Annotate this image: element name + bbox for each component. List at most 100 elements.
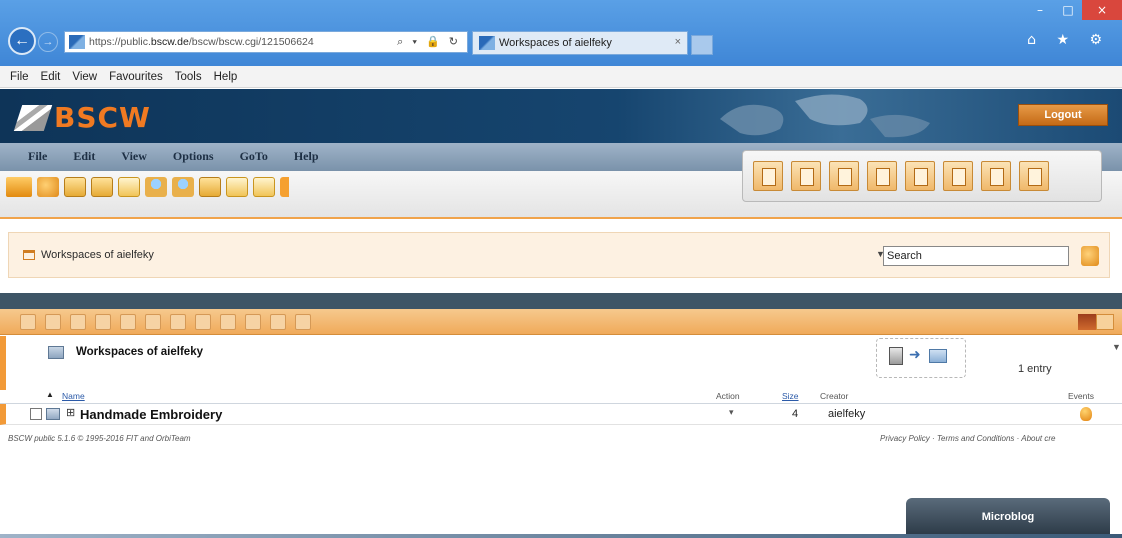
delete-icon[interactable] [245,314,261,330]
browser-toolbar-icons[interactable]: ⌂ ★ ⚙ [1027,32,1110,48]
tasks-icon[interactable] [943,161,973,191]
address-bar-icons[interactable]: ⌕ ▾ 🔒 ↻ [397,35,461,49]
calendar-icon[interactable] [199,177,221,197]
breadcrumb[interactable]: Workspaces of aielfeky [41,249,154,261]
menu-file[interactable]: File [10,71,29,83]
arrow-right-icon: ➜ [909,347,921,363]
site-favicon-icon [69,35,85,49]
documents-icon[interactable] [867,161,897,191]
expand-icon[interactable] [70,314,86,330]
collapse-icon[interactable] [95,314,111,330]
menu-help[interactable]: Help [214,71,238,83]
row-checkbox[interactable] [30,408,42,420]
new-document-icon[interactable] [118,177,140,197]
entry-count: 1 entry [1018,363,1052,375]
menu-tools[interactable]: Tools [175,71,202,83]
link-icon[interactable] [120,314,136,330]
clipboard-dropzone[interactable]: ➜ [876,338,966,378]
select-all-icon[interactable] [20,314,36,330]
tab-close-icon[interactable]: × [675,36,681,48]
list-view-icon[interactable] [1078,314,1096,330]
bscw-menu-edit[interactable]: Edit [73,149,95,164]
trash-icon[interactable] [1019,161,1049,191]
bscw-logo[interactable]: BSCW [13,101,151,134]
send-icon[interactable] [270,314,286,330]
url-text[interactable]: https://public.bscw.de/bscw/bscw.cgi/121… [89,36,389,48]
window-controls: – □ × [1026,0,1122,22]
new-tab-button[interactable] [691,35,713,55]
workspace-folder-icon [46,408,60,420]
column-size[interactable]: Size [782,391,799,401]
logout-button[interactable]: Logout [1018,104,1108,126]
row-creator[interactable]: aielfeky [828,408,865,420]
folder-header: Workspaces of aielfeky ➜ 1 entry ▼ [0,336,1122,390]
copy-icon[interactable] [253,177,275,197]
column-events: Events [1068,391,1094,401]
footer-copyright: BSCW public 5.1.6 © 1995-2016 FIT and Or… [8,434,191,443]
calendar-view-icon[interactable] [905,161,935,191]
new-workspace-icon[interactable] [91,177,113,197]
notes-view-icon[interactable] [981,161,1011,191]
taskbar-edge [0,534,1122,538]
paste-icon[interactable] [195,314,211,330]
list-toolbar [0,309,1122,335]
detail-view-icon[interactable] [1096,314,1114,330]
section-divider [0,293,1122,309]
bscw-logo-text: BSCW [54,101,151,134]
cut-icon[interactable] [145,314,161,330]
view-clipboard-icon[interactable] [753,161,783,191]
column-name[interactable]: Name [62,391,85,401]
bscw-menu-help[interactable]: Help [294,149,319,164]
home-folder-icon [23,250,35,260]
maximize-button[interactable]: □ [1054,0,1082,20]
bscw-menu-view[interactable]: View [121,149,147,164]
add-icon[interactable] [37,177,59,197]
invite-icon[interactable] [172,177,194,197]
bag-icon[interactable] [829,161,859,191]
column-creator[interactable]: Creator [820,391,848,401]
menu-edit[interactable]: Edit [41,71,61,83]
sort-ascending-icon[interactable]: ▲ [46,390,54,399]
new-folder-icon[interactable] [64,177,86,197]
print-icon[interactable] [295,314,311,330]
minimize-button[interactable]: – [1026,0,1054,20]
tab-favicon-icon [479,36,495,50]
properties-icon[interactable] [45,314,61,330]
row-name-link[interactable]: Handmade Embroidery [80,407,222,422]
browser-menu-bar: File Edit View Favourites Tools Help [0,66,1122,88]
event-bell-icon[interactable] [1080,407,1092,421]
expand-row-icon[interactable]: ⊞ [66,406,75,419]
collapse-caret-icon[interactable]: ▼ [1112,342,1121,352]
back-button[interactable]: ← [8,27,36,55]
more-actions-icon[interactable] [280,177,302,197]
bscw-menu-file[interactable]: File [28,149,47,164]
footer-links[interactable]: Privacy Policy · Terms and Conditions · … [880,434,1055,443]
browser-tab[interactable]: Workspaces of aielfeky × [472,31,688,55]
members-icon[interactable] [145,177,167,197]
upload-arrow-icon[interactable] [6,177,32,197]
tab-title: Workspaces of aielfeky [499,37,612,49]
bscw-menu-options[interactable]: Options [173,149,214,164]
clipboard-doc-icon [889,347,903,365]
archive-icon[interactable] [220,314,236,330]
bscw-header: BSCW Logout [0,89,1122,143]
search-button-icon[interactable] [1081,246,1099,266]
row-action-menu[interactable]: ▾ [729,407,734,418]
folder-icon [48,346,64,359]
search-input[interactable] [883,246,1069,266]
bscw-menu-goto[interactable]: GoTo [240,149,268,164]
forward-button[interactable]: → [38,32,58,52]
menu-view[interactable]: View [72,71,97,83]
view-switcher-panel [742,150,1102,202]
world-map-graphic [720,94,930,138]
table-row[interactable]: ⊞ Handmade Embroidery ▾ 4 aielfeky [0,404,1122,425]
browser-chrome: – □ × ← → https://public.bscw.de/bscw/bs… [0,0,1122,66]
address-bar[interactable]: https://public.bscw.de/bscw/bscw.cgi/121… [64,31,468,53]
close-button[interactable]: × [1082,0,1122,20]
home-icon[interactable] [791,161,821,191]
table-header: ▲ Name Action Size Creator Events [0,390,1122,404]
copy-list-icon[interactable] [170,314,186,330]
notes-icon[interactable] [226,177,248,197]
menu-favourites[interactable]: Favourites [109,71,163,83]
microblog-button[interactable]: Microblog [906,498,1110,536]
